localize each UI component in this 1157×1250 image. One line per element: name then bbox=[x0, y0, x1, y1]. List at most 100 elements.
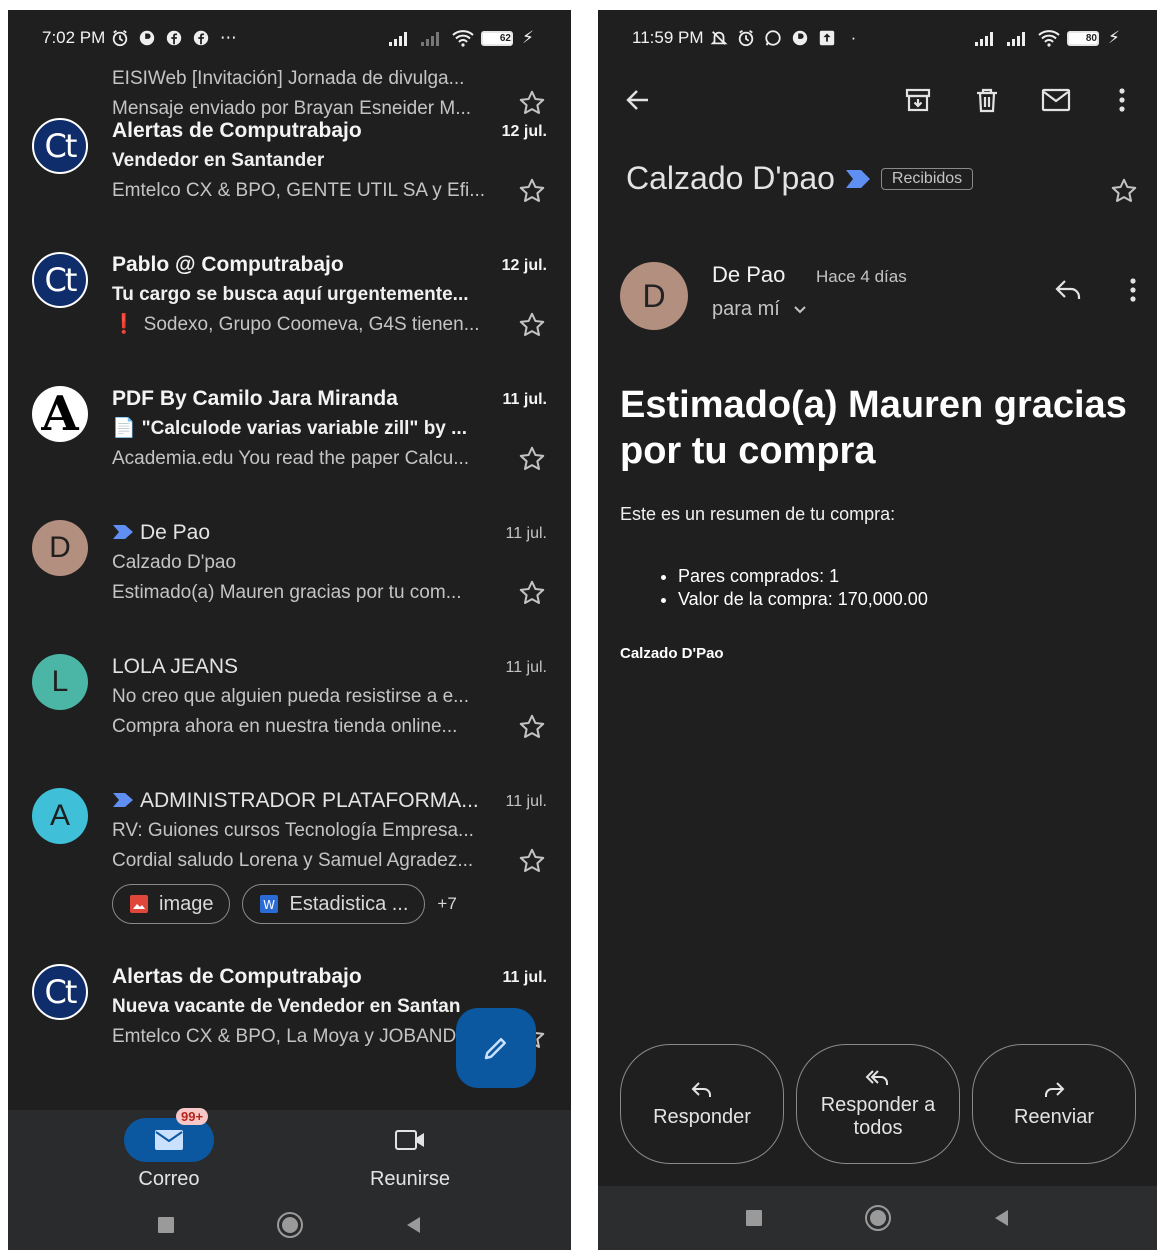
alarm-icon bbox=[113, 30, 128, 47]
reply-icon bbox=[691, 1081, 711, 1097]
attachment-name: Estadistica ... bbox=[289, 892, 409, 915]
forward-label: Reenviar bbox=[1013, 1105, 1095, 1128]
recents-icon[interactable] bbox=[744, 1208, 764, 1228]
star-icon[interactable] bbox=[517, 846, 547, 876]
reply-all-button[interactable]: Responder a todos bbox=[796, 1044, 960, 1164]
wifi-icon bbox=[452, 30, 474, 47]
email-subject: No creo que alguien pueda resistirse a e… bbox=[112, 686, 469, 707]
star-icon[interactable] bbox=[517, 712, 547, 742]
email-subject: EISIWeb [Invitación] Jornada de divulga.… bbox=[112, 68, 465, 89]
star-icon[interactable] bbox=[517, 310, 547, 340]
charging-icon: ⚡ bbox=[1108, 28, 1120, 47]
more-options-button[interactable] bbox=[1104, 82, 1140, 118]
email-sender: Alertas de Computrabajo bbox=[112, 965, 362, 988]
trash-icon bbox=[977, 88, 997, 113]
reply-button[interactable]: Responder bbox=[620, 1044, 784, 1164]
reply-actions: Responder Responder a todos Reenviar bbox=[620, 1044, 1137, 1164]
star-icon[interactable] bbox=[517, 176, 547, 206]
email-body: Estimado(a) Mauren gracias por tu compra… bbox=[620, 382, 1129, 662]
battery-percent: 80 bbox=[1085, 32, 1097, 44]
list-item[interactable]: D De Pao Calzado D'pao Estimado(a) Maure… bbox=[8, 496, 571, 630]
compose-button[interactable] bbox=[456, 1008, 536, 1088]
mark-unread-button[interactable] bbox=[1038, 82, 1074, 118]
list-item[interactable]: Ct Alertas de Computrabajo Vendedor en S… bbox=[8, 94, 571, 228]
email-sender: PDF By Camilo Jara Miranda bbox=[112, 387, 398, 410]
recents-icon[interactable] bbox=[156, 1215, 176, 1235]
mute-bell-icon bbox=[710, 31, 727, 45]
home-icon[interactable] bbox=[276, 1211, 304, 1239]
email-signature: Calzado D'Pao bbox=[620, 645, 724, 662]
email-date: 11 jul. bbox=[505, 793, 547, 810]
back-button[interactable] bbox=[620, 82, 656, 118]
email-snippet: Estimado(a) Mauren gracias por tu com... bbox=[112, 582, 462, 603]
inbox-label-chip[interactable]: Recibidos bbox=[880, 167, 974, 190]
sent-time: Hace 4 días bbox=[816, 267, 907, 286]
purchase-summary: Pares comprados: 1 Valor de la compra: 1… bbox=[620, 565, 1129, 611]
nav-mail[interactable]: 99+ Correo bbox=[94, 1108, 244, 1191]
back-icon[interactable] bbox=[992, 1208, 1012, 1228]
chevron-down-icon bbox=[794, 306, 807, 314]
summary-item: Pares comprados: 1 bbox=[678, 565, 1129, 588]
email-subject: Tu cargo se busca aquí urgentemente... bbox=[112, 284, 469, 305]
mail-icon bbox=[155, 1130, 183, 1150]
star-icon[interactable] bbox=[517, 444, 547, 474]
more-vertical-icon[interactable] bbox=[1129, 276, 1137, 304]
battery-indicator: 62 bbox=[481, 30, 513, 46]
page-title: Calzado D'pao bbox=[626, 160, 835, 196]
whatsapp-icon bbox=[764, 30, 781, 46]
signal-icon bbox=[975, 32, 993, 46]
signal-weak-icon bbox=[421, 32, 439, 46]
email-subject: Calzado D'pao bbox=[112, 552, 237, 573]
image-file-icon bbox=[130, 895, 148, 913]
exclamation-icon: ❗ bbox=[112, 314, 136, 335]
email-heading: Estimado(a) Mauren gracias por tu compra bbox=[620, 384, 1127, 472]
more-vertical-icon bbox=[1119, 88, 1125, 112]
email-snippet: Emtelco CX & BPO, La Moya y JOBANDT... bbox=[112, 1026, 461, 1047]
nav-mail-label: Correo bbox=[138, 1168, 200, 1190]
status-bar: 7:02 PM ⋯ 62 ⚡ bbox=[8, 10, 571, 66]
email-snippet: ❗ Sodexo, Grupo Coomeva, G4S tienen... bbox=[112, 312, 549, 338]
email-date: 11 jul. bbox=[502, 969, 547, 986]
email-sender: Pablo @ Computrabajo bbox=[112, 253, 344, 276]
list-item[interactable]: L LOLA JEANS No creo que alguien pueda r… bbox=[8, 630, 571, 764]
email-snippet: Compra ahora en nuestra tienda online... bbox=[112, 716, 458, 737]
computrabajo-logo-avatar: Ct bbox=[32, 118, 88, 174]
app-notification-icon bbox=[792, 30, 807, 46]
inbox-list[interactable]: EISIWeb [Invitación] Jornada de divulga.… bbox=[8, 56, 571, 1110]
email-date: 12 jul. bbox=[501, 123, 547, 140]
sender-name: De Pao bbox=[712, 262, 786, 287]
signal-icon bbox=[389, 32, 407, 46]
recipient-label: para mí bbox=[712, 298, 780, 320]
star-icon[interactable] bbox=[1109, 176, 1139, 206]
system-navigation-bar bbox=[598, 1186, 1157, 1250]
list-item[interactable]: A PDF By Camilo Jara Miranda 📄 "Calculode… bbox=[8, 362, 571, 496]
forward-button[interactable]: Reenviar bbox=[972, 1044, 1136, 1164]
nav-meet[interactable]: Reunirse bbox=[335, 1118, 485, 1191]
reply-icon[interactable] bbox=[1053, 278, 1083, 302]
facebook-icon bbox=[167, 30, 182, 46]
email-subject-text: "Calculode varias variable zill" by ... bbox=[141, 418, 467, 439]
star-icon[interactable] bbox=[517, 578, 547, 608]
video-camera-icon bbox=[395, 1130, 424, 1150]
recipient-toggle[interactable]: para mí bbox=[712, 298, 807, 321]
email-subject: RV: Guiones cursos Tecnología Empresa... bbox=[112, 820, 474, 841]
signal-icon bbox=[1007, 32, 1025, 46]
sender-avatar[interactable]: D bbox=[620, 262, 688, 330]
back-icon[interactable] bbox=[404, 1215, 424, 1235]
attachment-chip-document[interactable]: W Estadistica ... bbox=[242, 884, 426, 924]
reply-all-icon bbox=[865, 1070, 888, 1085]
email-sender: Alertas de Computrabajo bbox=[112, 119, 362, 142]
archive-button[interactable] bbox=[900, 82, 936, 118]
mail-icon bbox=[1041, 88, 1071, 112]
important-marker-icon[interactable] bbox=[845, 169, 871, 189]
attachment-chip-image[interactable]: image bbox=[112, 884, 231, 924]
email-sender-name: ADMINISTRADOR PLATAFORMA... bbox=[140, 789, 479, 812]
list-item[interactable]: A ADMINISTRADOR PLATAFORMA... RV: Guione… bbox=[8, 764, 571, 940]
email-date: 12 jul. bbox=[501, 257, 547, 274]
home-icon[interactable] bbox=[864, 1204, 892, 1232]
email-snippet: Emtelco CX & BPO, GENTE UTIL SA y Efi... bbox=[112, 180, 486, 201]
delete-button[interactable] bbox=[969, 82, 1005, 118]
attachment-more-count[interactable]: +7 bbox=[437, 894, 456, 914]
word-file-icon: W bbox=[260, 895, 279, 913]
list-item[interactable]: Ct Pablo @ Computrabajo Tu cargo se busc… bbox=[8, 228, 571, 362]
